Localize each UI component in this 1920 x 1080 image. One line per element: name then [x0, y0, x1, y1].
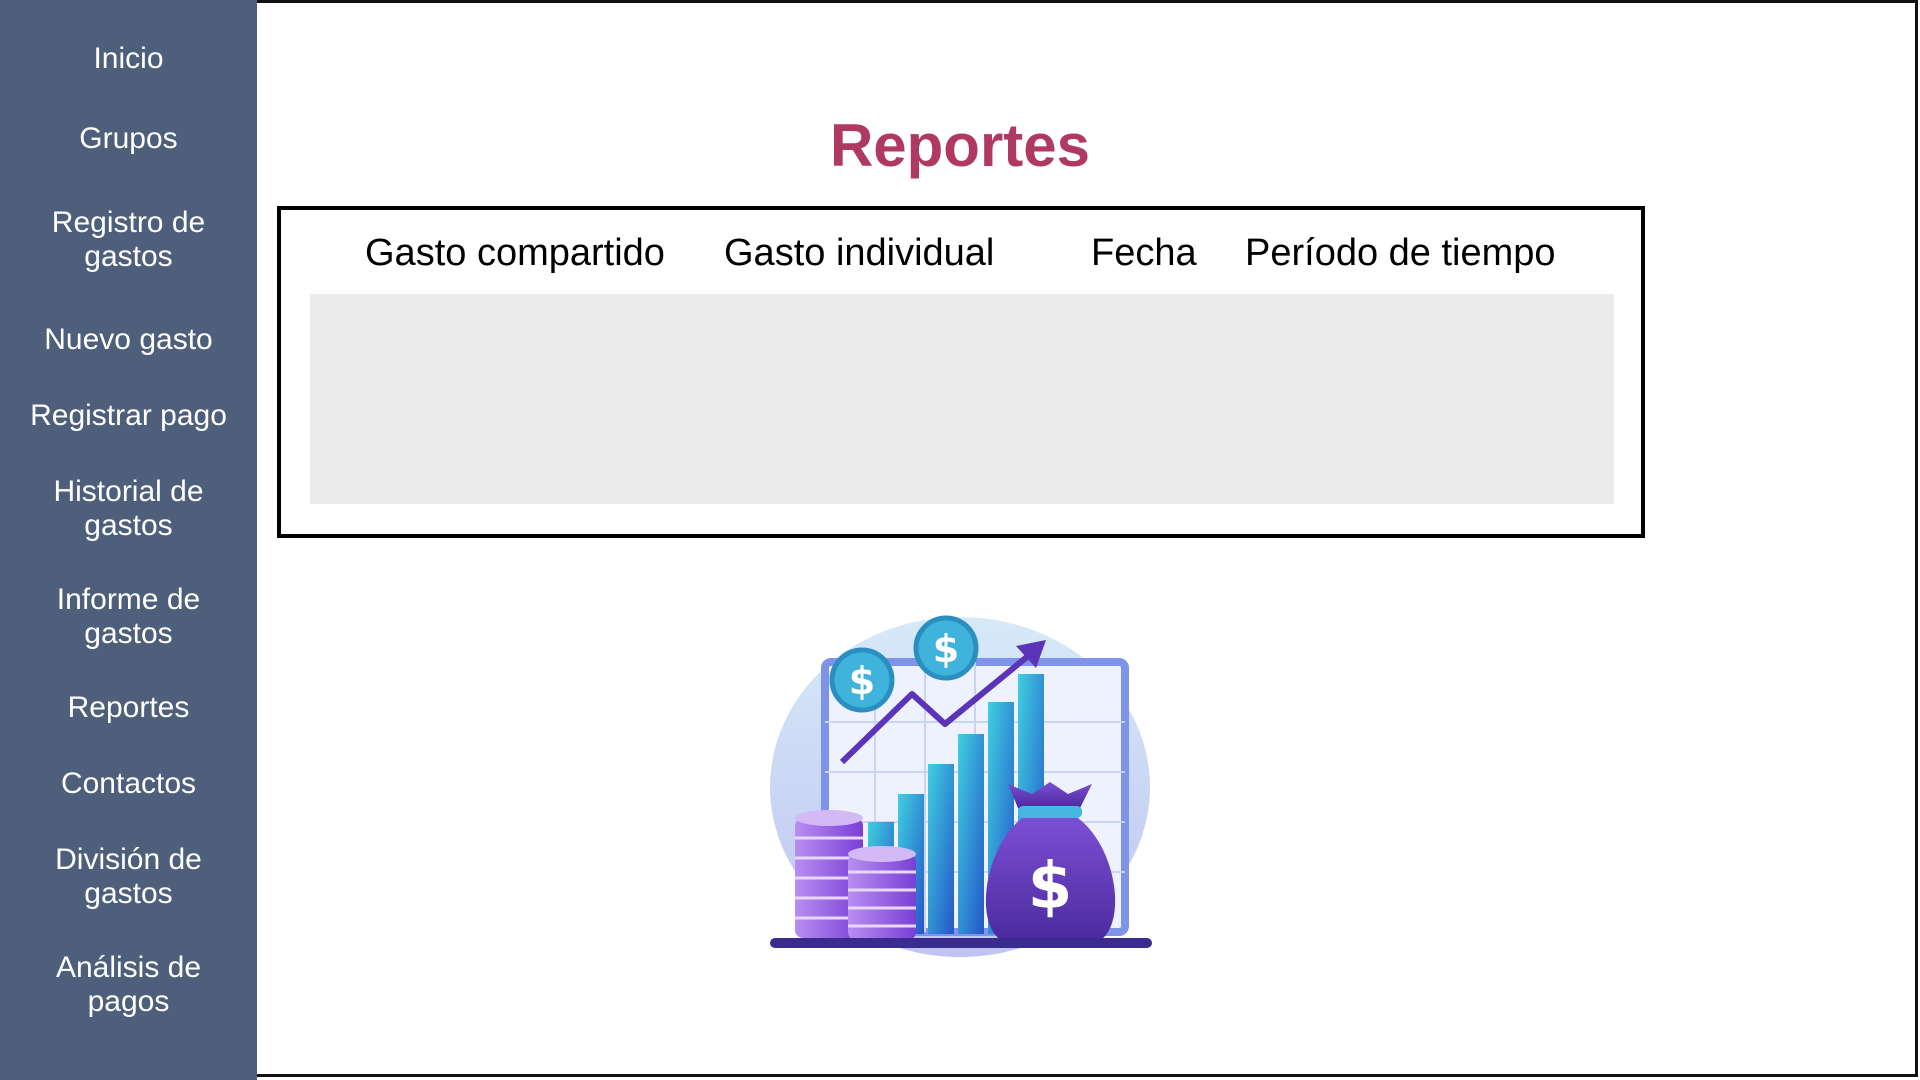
report-table: Gasto compartido Gasto individual Fecha … [277, 206, 1645, 538]
sidebar: Inicio Grupos Registro de gastos Nuevo g… [0, 0, 257, 1080]
svg-text:$: $ [1028, 850, 1073, 924]
sidebar-item-reportes[interactable]: Reportes [0, 691, 257, 725]
column-header-gasto-compartido[interactable]: Gasto compartido [365, 232, 665, 275]
sidebar-item-label-line: División de [55, 843, 202, 876]
sidebar-item-label: Registrar pago [30, 399, 227, 432]
sidebar-item-historial-de-gastos[interactable]: Historial de gastos [0, 475, 257, 543]
sidebar-item-label: Contactos [60, 767, 197, 800]
sidebar-item-label-line: gastos [84, 240, 173, 273]
sidebar-item-label-line: Historial de [53, 475, 204, 508]
sidebar-item-label: Nuevo gasto [44, 323, 213, 356]
sidebar-item-label: Grupos [79, 122, 178, 155]
sidebar-item-label-line: gastos [84, 617, 173, 650]
sidebar-item-informe-de-gastos[interactable]: Informe de gastos [0, 583, 257, 651]
sidebar-item-division-de-gastos[interactable]: División de gastos [0, 843, 257, 911]
chart-bar [958, 734, 984, 934]
sidebar-item-nuevo-gasto[interactable]: Nuevo gasto [0, 323, 257, 357]
coin-stack-icon [848, 846, 916, 940]
sidebar-item-label-line: Registro de [51, 206, 206, 239]
sidebar-item-label-line: Informe de [56, 583, 201, 616]
report-results-area [310, 294, 1614, 504]
sidebar-item-label: Inicio [93, 42, 164, 75]
sidebar-item-registro-de-gastos[interactable]: Registro de gastos [0, 206, 257, 274]
svg-text:$: $ [849, 659, 875, 703]
sidebar-item-label-line: gastos [84, 877, 173, 910]
illustration-base [770, 938, 1152, 948]
sidebar-item-label-line: pagos [87, 985, 170, 1018]
dollar-coin-icon: $ [913, 615, 979, 681]
sidebar-item-analisis-de-pagos[interactable]: Análisis de pagos [0, 951, 257, 1019]
column-header-periodo-de-tiempo[interactable]: Período de tiempo [1245, 232, 1556, 275]
dollar-coin-icon: $ [829, 647, 895, 713]
sidebar-item-grupos[interactable]: Grupos [0, 122, 257, 156]
svg-text:$: $ [933, 627, 959, 671]
sidebar-item-label-line: Análisis de [55, 951, 202, 984]
sidebar-item-label: Reportes [67, 691, 190, 724]
chart-bar [928, 764, 954, 934]
page-title: Reportes [829, 112, 1091, 179]
column-header-fecha[interactable]: Fecha [1091, 232, 1197, 275]
finance-growth-illustration: $ $ $ [770, 615, 1152, 957]
sidebar-item-label-line: gastos [84, 509, 173, 542]
sidebar-item-contactos[interactable]: Contactos [0, 767, 257, 801]
column-header-gasto-individual[interactable]: Gasto individual [724, 232, 994, 275]
sidebar-item-registrar-pago[interactable]: Registrar pago [0, 399, 257, 433]
sidebar-item-inicio[interactable]: Inicio [0, 42, 257, 76]
